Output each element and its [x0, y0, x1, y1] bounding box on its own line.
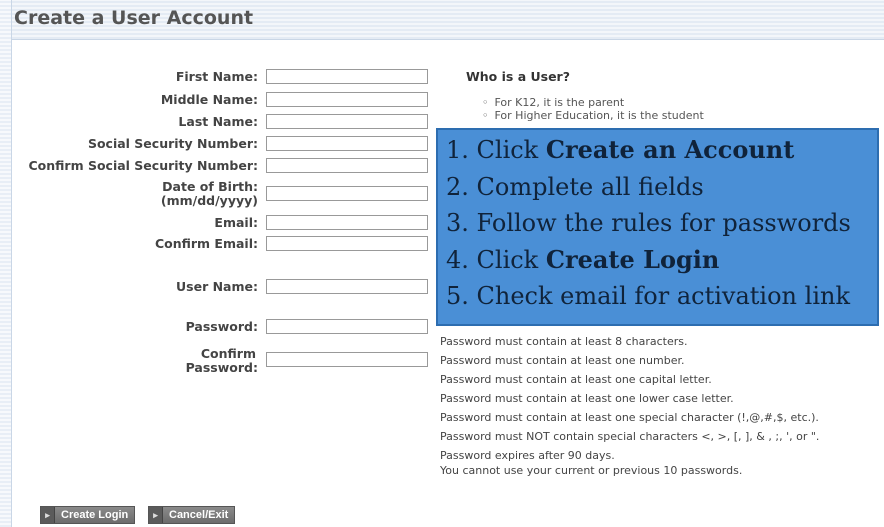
confirm-email-label: Confirm Email:: [154, 236, 258, 251]
step-text: 4. Click: [446, 245, 546, 274]
password-label: Password:: [185, 319, 258, 334]
confirm-password-label-line2: Password:: [185, 360, 258, 375]
cancel-exit-label: Cancel/Exit: [169, 509, 229, 521]
step-bold-text: Create Login: [545, 244, 720, 274]
instruction-step: 1. Click Create an Account: [446, 132, 877, 169]
instruction-step: 4. Click Create Login: [446, 242, 877, 279]
email-label: Email:: [214, 215, 258, 230]
list-item: For K12, it is the parent: [482, 96, 704, 109]
who-is-user-heading: Who is a User?: [466, 69, 570, 84]
password-rules: Password must contain at least 8 charact…: [440, 332, 819, 478]
dob-format-label: (mm/dd/yyyy): [160, 193, 258, 208]
ssn-label: Social Security Number:: [87, 136, 258, 151]
username-label: User Name:: [176, 279, 258, 294]
password-rule: Password must contain at least one lower…: [440, 392, 734, 405]
create-login-button[interactable]: ▸ Create Login: [40, 506, 136, 524]
instruction-step: 2. Complete all fields: [446, 169, 877, 206]
password-rule: Password expires after 90 days.: [440, 449, 615, 462]
password-rule: Password must contain at least 8 charact…: [440, 335, 688, 348]
password-rule: You cannot use your current or previous …: [440, 464, 743, 477]
title-bar: Create a User Account: [0, 0, 884, 40]
cancel-exit-button[interactable]: ▸ Cancel/Exit: [148, 506, 236, 524]
confirm-email-input[interactable]: [266, 236, 428, 251]
password-rule: Password must contain at least one numbe…: [440, 354, 685, 367]
ssn-input[interactable]: [266, 136, 428, 151]
arrow-right-icon: ▸: [149, 507, 163, 523]
confirm-ssn-label: Confirm Social Security Number:: [28, 158, 258, 173]
page-title: Create a User Account: [14, 7, 254, 29]
step-text: 5. Check email for activation link: [446, 282, 850, 310]
last-name-input[interactable]: [266, 114, 428, 129]
instruction-step: 5. Check email for activation link: [446, 278, 877, 315]
password-rule: Password must contain at least one speci…: [440, 411, 819, 424]
step-text: 2. Complete all fields: [446, 172, 704, 201]
middle-name-input[interactable]: [266, 92, 428, 107]
first-name-input[interactable]: [266, 69, 428, 84]
step-bold-text: Create an Account: [545, 135, 795, 164]
password-rule: Password must NOT contain special charac…: [440, 430, 820, 443]
last-name-label: Last Name:: [178, 114, 258, 129]
password-rule: Password must contain at least one capit…: [440, 373, 712, 386]
confirm-ssn-input[interactable]: [266, 158, 428, 173]
create-login-label: Create Login: [61, 509, 129, 521]
middle-name-label: Middle Name:: [160, 92, 258, 107]
instruction-step: 3. Follow the rules for passwords: [446, 205, 877, 242]
instructions-overlay: 1. Click Create an Account 2. Complete a…: [436, 128, 879, 326]
dob-label: Date of Birth:: [162, 179, 258, 194]
list-item: For Higher Education, it is the student: [482, 109, 704, 122]
password-input[interactable]: [266, 319, 428, 334]
arrow-right-icon: ▸: [41, 507, 55, 523]
confirm-password-label-line1: Confirm: [200, 346, 256, 361]
confirm-password-input[interactable]: [266, 352, 428, 367]
who-is-user-list: For K12, it is the parent For Higher Edu…: [482, 96, 704, 122]
step-text: 1. Click: [446, 136, 546, 164]
email-input[interactable]: [266, 215, 428, 230]
dob-input[interactable]: [266, 186, 428, 201]
first-name-label: First Name:: [175, 69, 258, 84]
username-input[interactable]: [266, 279, 428, 294]
step-text: 3. Follow the rules for passwords: [446, 209, 851, 237]
